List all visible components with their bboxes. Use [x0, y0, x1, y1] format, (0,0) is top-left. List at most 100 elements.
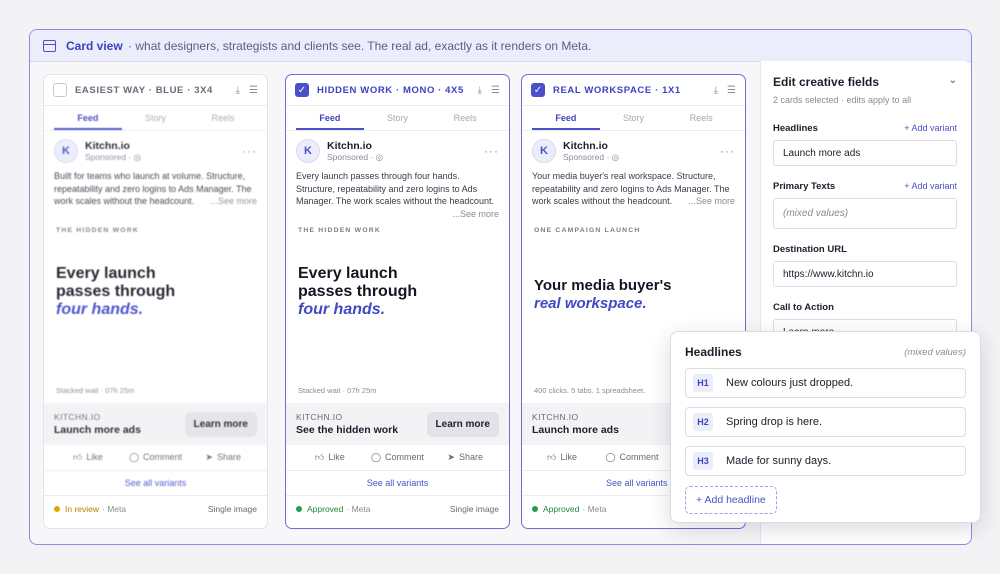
comment-button[interactable]: ◯ Comment — [592, 452, 672, 463]
creative-footnote: Stacked wait · 07h 25m — [56, 386, 135, 395]
destination-url-label: Destination URL — [773, 244, 847, 255]
status-platform: · Meta — [582, 503, 607, 514]
chevron-down-icon[interactable]: ⌄ — [949, 75, 957, 89]
placement-tabs: Feed Story Reels — [522, 106, 745, 131]
thumbs-up-icon: 👍︎ — [314, 452, 325, 462]
tab-feed[interactable]: Feed — [532, 106, 600, 130]
placement-tabs: Feed Story Reels — [286, 106, 509, 131]
approved-status-dot — [532, 505, 538, 512]
see-all-variants-link[interactable]: See all variants — [44, 471, 267, 495]
comment-button[interactable]: ◯ Comment — [122, 452, 190, 463]
thumbs-up-icon: 👍︎ — [72, 452, 83, 462]
add-headline-variant-button[interactable]: + Add variant — [904, 123, 957, 134]
more-options-icon[interactable]: ··· — [242, 144, 257, 158]
creative-kicker: THE HIDDEN WORK — [298, 227, 381, 234]
headline-variant-row[interactable]: H3 Made for sunny days. — [685, 446, 966, 476]
popover-title: Headlines — [685, 345, 742, 359]
status-label: Approved — [543, 503, 580, 514]
tab-reels[interactable]: Reels — [667, 106, 735, 130]
card-checkbox-checked[interactable]: ✓ — [295, 83, 309, 97]
headline-variant-text: Made for sunny days. — [726, 455, 832, 467]
like-button[interactable]: 👍︎ Like — [54, 452, 122, 463]
comment-button[interactable]: ◯ Comment — [364, 452, 432, 463]
card-header: EASIEST WAY · BLUE · 3X4 ⤓ ☰ — [44, 75, 267, 106]
ad-format: Single image — [449, 503, 499, 514]
card-view-icon — [43, 39, 56, 52]
sponsored-label: Sponsored · ◎ — [563, 151, 620, 162]
download-icon[interactable]: ⤓ — [236, 85, 240, 96]
ad-domain: KITCHN.IO — [296, 412, 343, 422]
card-checkbox[interactable] — [53, 83, 67, 97]
list-icon[interactable]: ☰ — [727, 85, 736, 96]
brand-logo-icon: K — [296, 139, 320, 163]
ad-domain: KITCHN.IO — [54, 412, 101, 422]
more-options-icon[interactable]: ··· — [484, 144, 499, 158]
panel-subtitle: 2 cards selected · edits apply to all — [773, 95, 912, 105]
ad-card-2[interactable]: ✓ HIDDEN WORK · MONO · 4X5 ⤓ ☰ Feed Story… — [285, 74, 510, 529]
destination-url-input[interactable]: https://www.kitchn.io — [773, 261, 957, 287]
tab-story[interactable]: Story — [122, 106, 190, 130]
card-view-description: · what designers, strategists and client… — [128, 38, 592, 53]
review-status-dot — [54, 505, 60, 512]
brand-logo-icon: K — [54, 139, 78, 163]
learn-more-button[interactable]: Learn more — [184, 411, 257, 437]
tab-story[interactable]: Story — [600, 106, 668, 130]
card-checkbox-checked[interactable]: ✓ — [531, 83, 545, 97]
ad-brand-row: K Kitchn.io Sponsored · ◎ ··· — [286, 131, 509, 163]
tab-feed[interactable]: Feed — [296, 106, 364, 130]
primary-text-input[interactable]: (mixed values) — [773, 198, 957, 229]
ad-creative: THE HIDDEN WORK Every launch passes thro… — [286, 213, 509, 403]
mixed-values-label: (mixed values) — [904, 346, 966, 358]
cta-bar: KITCHN.IO See the hidden work Learn more — [286, 403, 509, 445]
headlines-field-label: Headlines + Add variant — [773, 123, 957, 134]
comment-icon: ◯ — [605, 452, 616, 462]
brand-name: Kitchn.io — [327, 139, 372, 152]
tab-reels[interactable]: Reels — [431, 106, 499, 130]
ad-headline: Launch more ads — [54, 424, 141, 436]
like-button[interactable]: 👍︎ Like — [296, 452, 364, 463]
approved-status-dot — [296, 505, 302, 512]
ad-brand-row: K Kitchn.io Sponsored · ◎ ··· — [522, 131, 745, 163]
primary-text: Your media buyer's real workspace. Struc… — [532, 171, 735, 208]
headline-variant-row[interactable]: H2 Spring drop is here. — [685, 407, 966, 437]
creative-footnote: Stacked wait · 07h 25m — [298, 386, 377, 395]
headline-input[interactable]: Launch more ads — [773, 140, 957, 166]
card-header: ✓ REAL WORKSPACE · 1X1 ⤓ ☰ — [522, 75, 745, 106]
tab-feed[interactable]: Feed — [54, 106, 122, 130]
headline-variant-text: New colours just dropped. — [726, 377, 854, 389]
card-view-title: Card view — [66, 38, 123, 53]
tab-reels[interactable]: Reels — [189, 106, 257, 130]
tab-story[interactable]: Story — [364, 106, 432, 130]
share-icon: ➤ — [447, 452, 455, 462]
list-icon[interactable]: ☰ — [249, 85, 258, 96]
see-all-variants-link[interactable]: See all variants — [286, 471, 509, 495]
add-primary-variant-button[interactable]: + Add variant — [904, 181, 957, 192]
card-status-bar: In review · Meta Single image — [44, 495, 267, 521]
share-button[interactable]: ➤ Share — [189, 452, 257, 463]
learn-more-button[interactable]: Learn more — [426, 411, 499, 437]
brand-logo-icon: K — [532, 139, 556, 163]
download-icon[interactable]: ⤓ — [714, 85, 718, 96]
placement-tabs: Feed Story Reels — [44, 106, 267, 131]
headlines-popover: Headlines (mixed values) H1 New colours … — [670, 331, 981, 523]
add-headline-button[interactable]: + Add headline — [685, 486, 777, 514]
headline-variant-row[interactable]: H1 New colours just dropped. — [685, 368, 966, 398]
more-options-icon[interactable]: ··· — [720, 144, 735, 158]
card-status-bar: Approved · Meta Single image — [286, 495, 509, 521]
download-icon[interactable]: ⤓ — [478, 85, 482, 96]
share-icon: ➤ — [205, 452, 213, 462]
card-header: ✓ HIDDEN WORK · MONO · 4X5 ⤓ ☰ — [286, 75, 509, 106]
see-more-link[interactable]: ...See more — [688, 195, 735, 208]
see-more-link[interactable]: ...See more — [210, 195, 257, 208]
status-label: In review — [65, 503, 100, 514]
like-button[interactable]: 👍︎ Like — [532, 452, 592, 463]
creative-kicker: ONE CAMPAIGN LAUNCH — [534, 227, 641, 234]
thumbs-up-icon: 👍︎ — [547, 452, 557, 462]
list-icon[interactable]: ☰ — [491, 85, 500, 96]
ad-card-1[interactable]: EASIEST WAY · BLUE · 3X4 ⤓ ☰ Feed Story R… — [43, 74, 268, 529]
comment-icon: ◯ — [128, 452, 140, 462]
headline-badge: H2 — [693, 413, 713, 431]
sponsored-label: Sponsored · ◎ — [85, 151, 142, 162]
call-to-action-label: Call to Action — [773, 302, 834, 313]
share-button[interactable]: ➤ Share — [431, 452, 499, 463]
